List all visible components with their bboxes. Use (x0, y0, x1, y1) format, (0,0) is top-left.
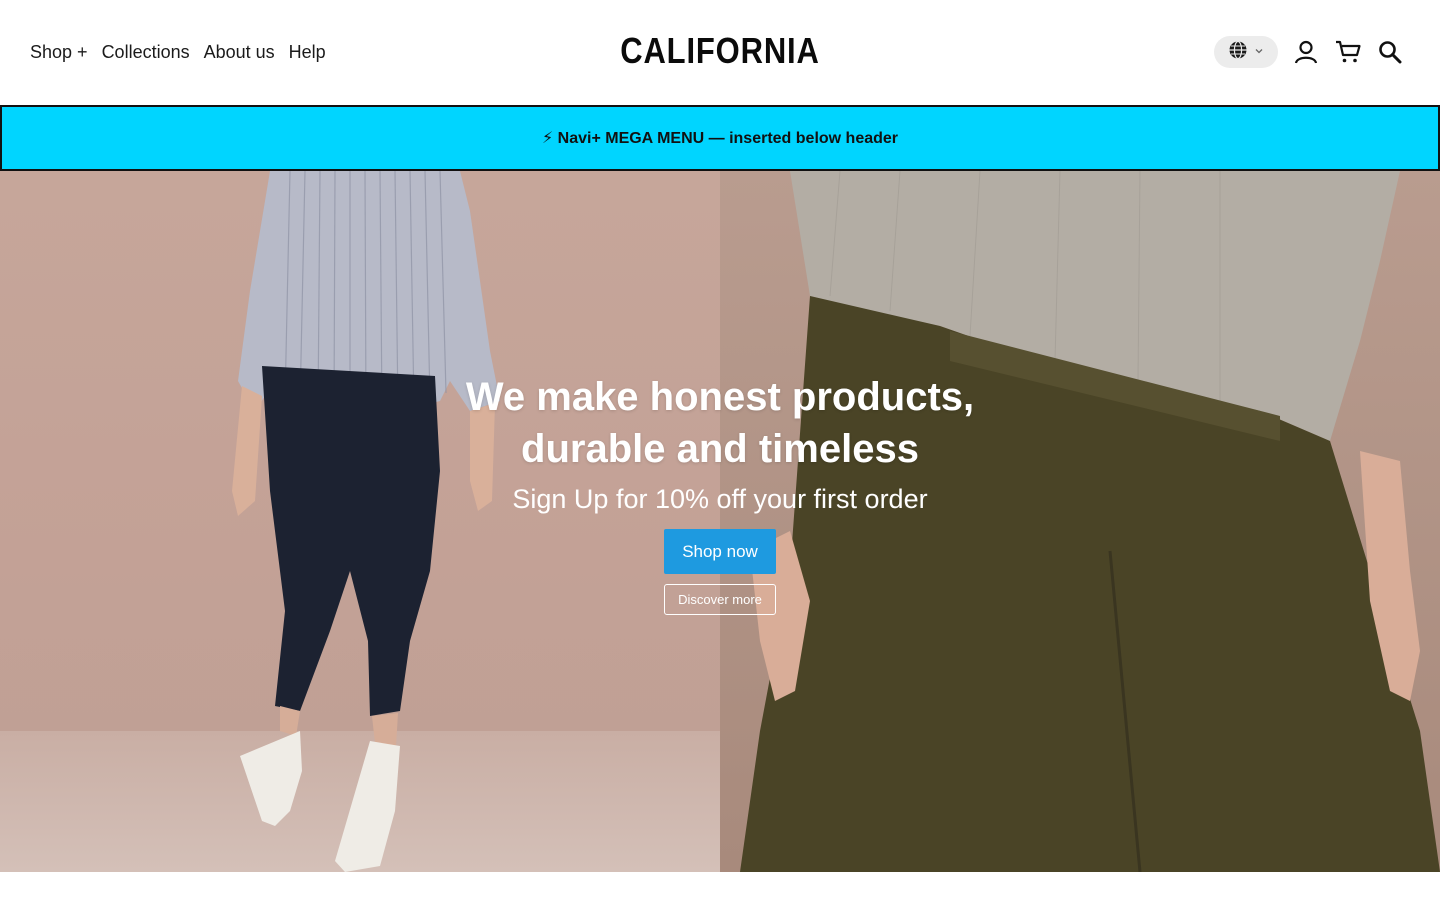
hero-subheadline: Sign Up for 10% off your first order (512, 484, 928, 514)
hero-headline: We make honest products, durable and tim… (0, 371, 1440, 475)
chevron-down-icon (1254, 43, 1264, 61)
hero-headline-line-2: durable and timeless (521, 427, 919, 471)
search-icon[interactable] (1376, 38, 1404, 66)
hero-content: We make honest products, durable and tim… (0, 371, 1440, 615)
shop-now-button[interactable]: Shop now (664, 529, 776, 574)
nav-shop[interactable]: Shop + (30, 40, 88, 64)
site-header: Shop + Collections About us Help CALIFOR… (0, 0, 1440, 104)
language-selector[interactable] (1214, 36, 1278, 68)
cart-icon[interactable] (1334, 38, 1362, 66)
hero-headline-line-1: We make honest products, (465, 375, 975, 419)
discover-more-button[interactable]: Discover more (664, 584, 776, 615)
globe-icon (1228, 40, 1248, 65)
account-icon[interactable] (1292, 38, 1320, 66)
header-tools (1214, 36, 1404, 68)
mega-menu-banner[interactable]: ⚡ Navi+ MEGA MENU — inserted below heade… (0, 105, 1440, 171)
site-logo[interactable]: CALIFORNIA (101, 30, 1339, 72)
hero-section: We make honest products, durable and tim… (0, 171, 1440, 872)
